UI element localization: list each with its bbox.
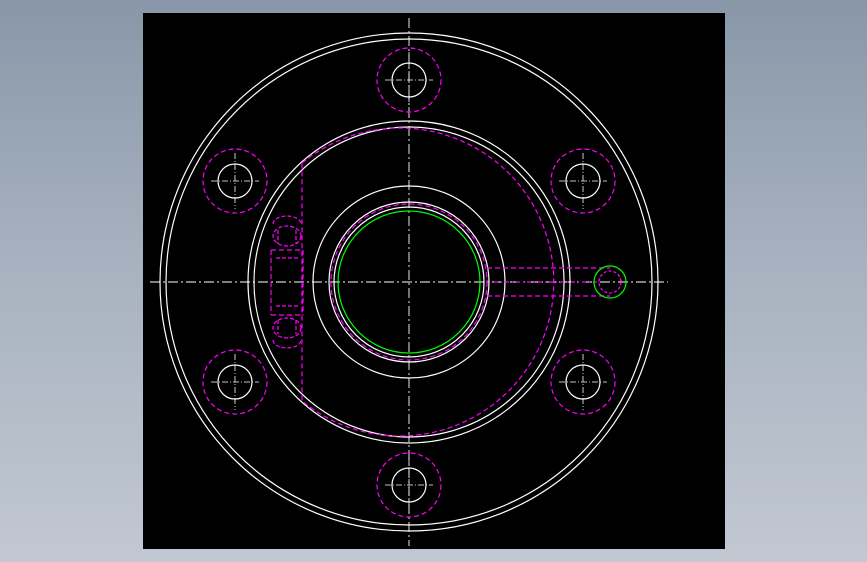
bolt-hole	[550, 349, 616, 415]
bolt-hole	[376, 47, 442, 113]
detail-arc-bottom	[272, 339, 302, 349]
bolt-hole	[202, 349, 268, 415]
detail-ellipse-top	[272, 225, 302, 247]
bolt-hole	[550, 148, 616, 214]
bolt-hole	[202, 148, 268, 214]
cad-drawing	[150, 18, 668, 546]
detail-ellipse-bottom	[272, 317, 302, 339]
detail-arc-top	[272, 215, 302, 225]
